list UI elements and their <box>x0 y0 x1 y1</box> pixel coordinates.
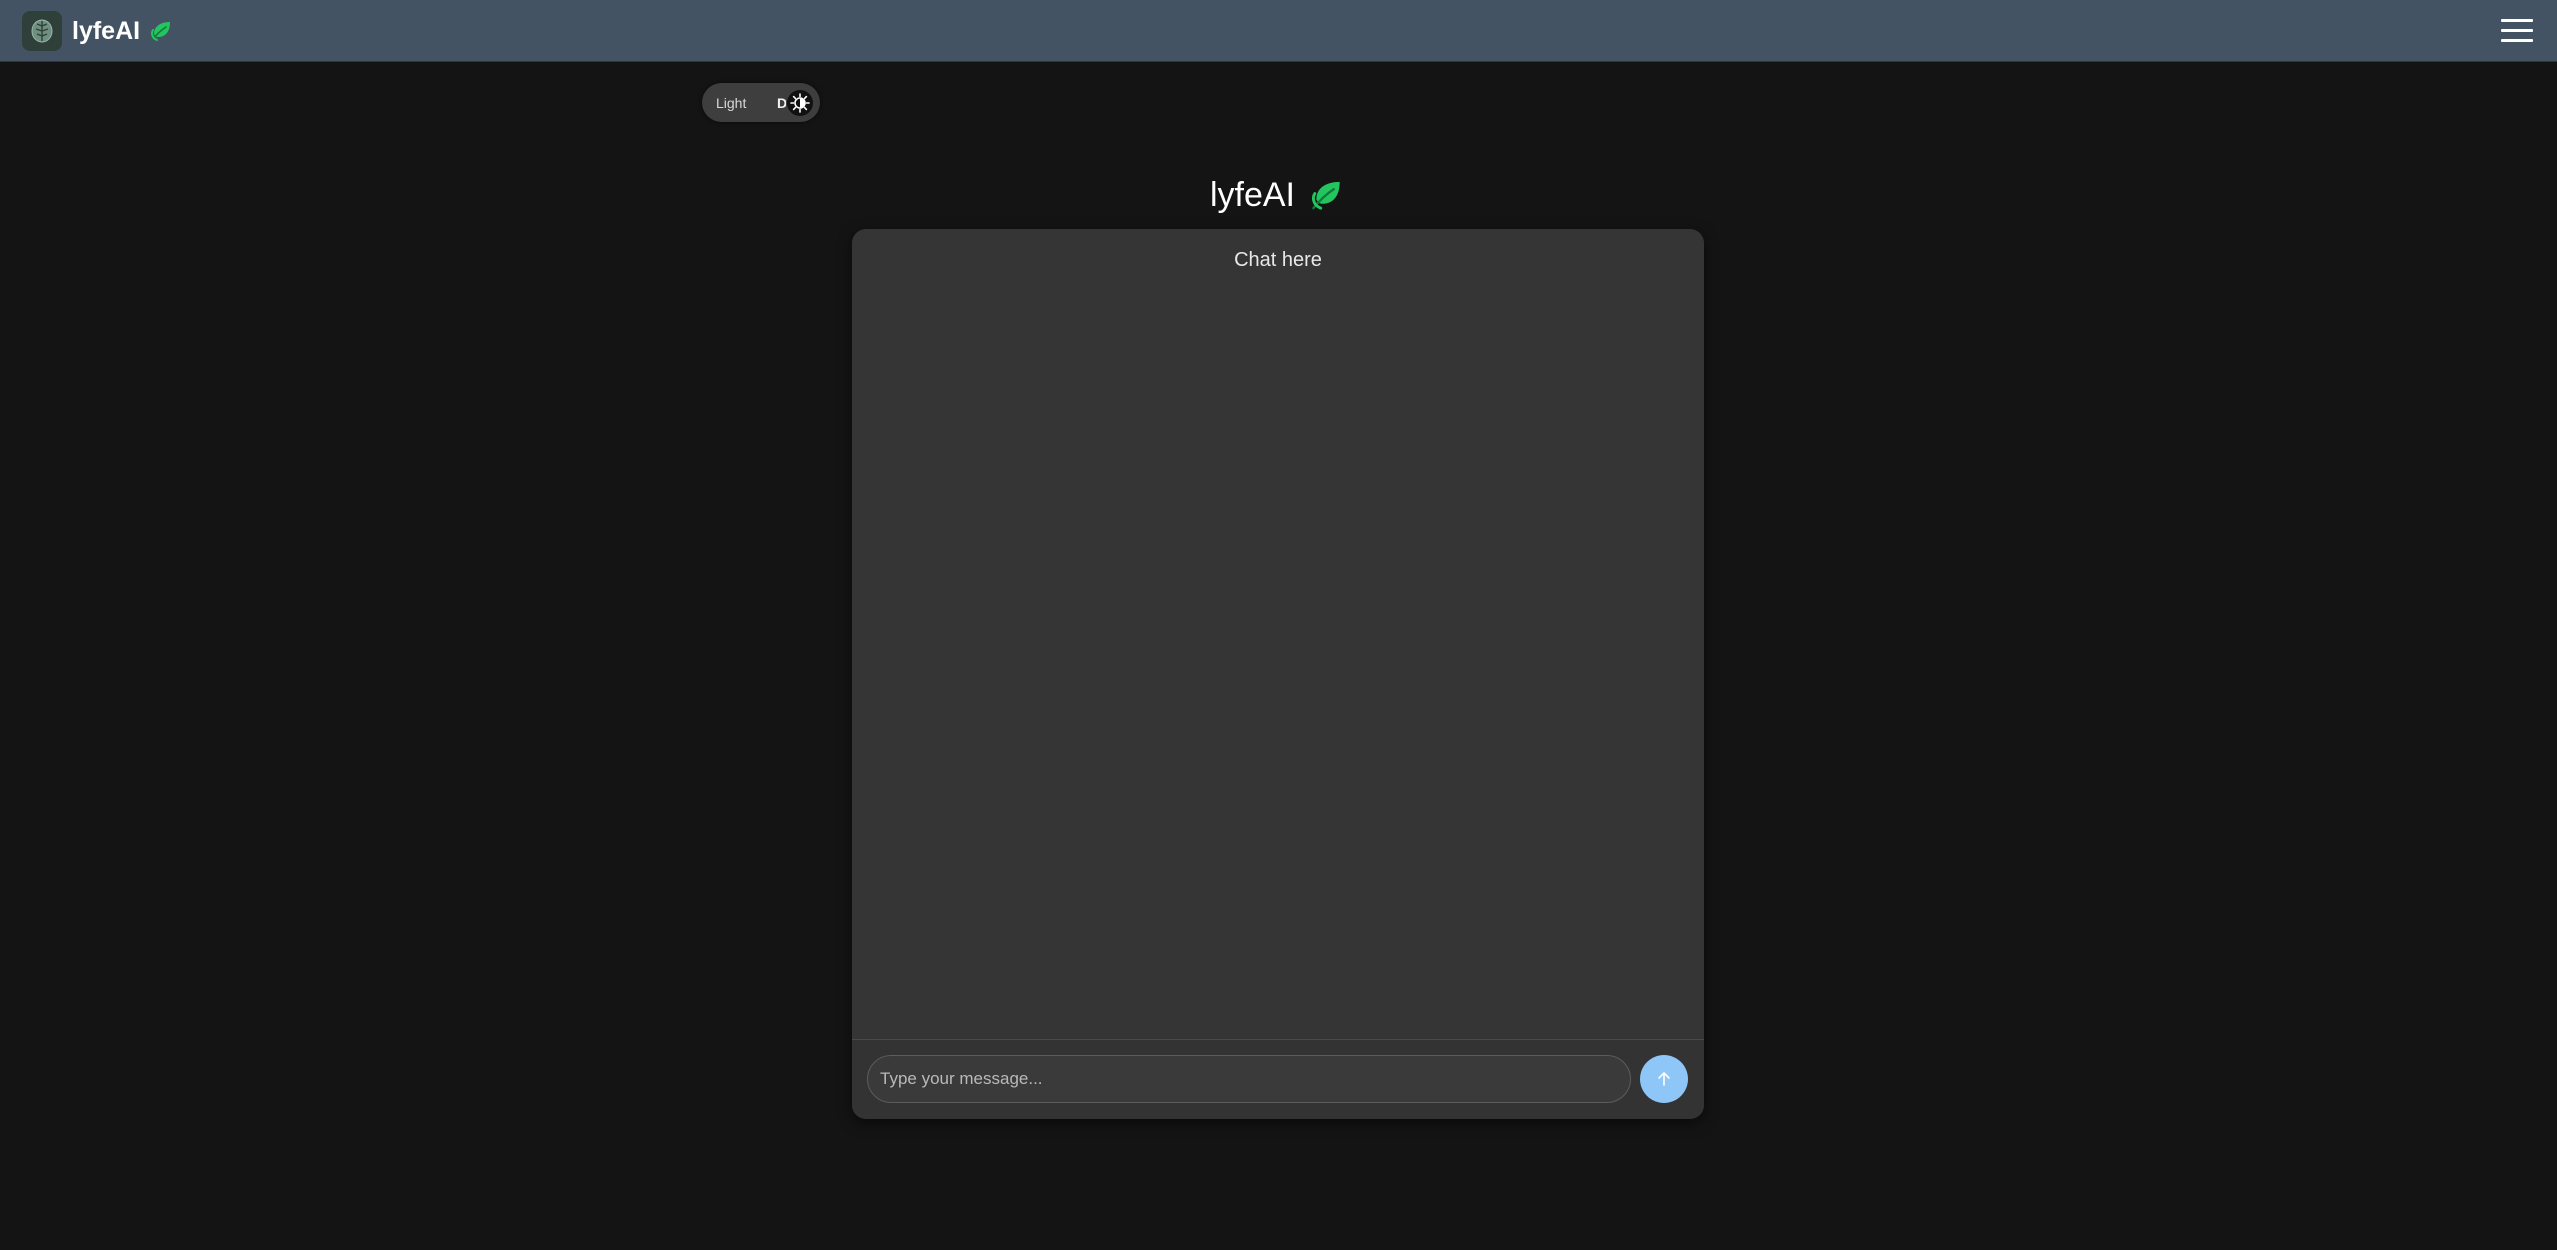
chat-header: Chat here <box>1234 249 1322 271</box>
theme-toggle-dark-label: Dark <box>777 95 786 111</box>
leaf-icon <box>149 18 175 44</box>
chat-panel: Chat here <box>852 229 1704 1119</box>
leaf-icon <box>1309 176 1347 214</box>
chat-input-bar <box>852 1039 1704 1119</box>
chat-messages-area[interactable] <box>852 289 1704 1039</box>
chat-title-row: lyfeAI <box>0 172 2557 218</box>
send-button[interactable] <box>1640 1055 1688 1103</box>
theme-toggle-light-label: Light <box>716 95 747 111</box>
brand[interactable]: lyfeAI <box>22 11 175 51</box>
message-input[interactable] <box>867 1055 1631 1103</box>
brain-leaf-logo-icon <box>22 11 62 51</box>
brand-name: lyfeAI <box>72 16 141 45</box>
top-navbar: lyfeAI <box>0 0 2557 62</box>
theme-toggle[interactable]: Light Dark <box>702 83 820 122</box>
hamburger-menu-icon[interactable] <box>2501 17 2533 45</box>
arrow-up-icon <box>1654 1069 1674 1089</box>
contrast-icon[interactable] <box>787 90 813 116</box>
page-title: lyfeAI <box>1209 175 1296 214</box>
